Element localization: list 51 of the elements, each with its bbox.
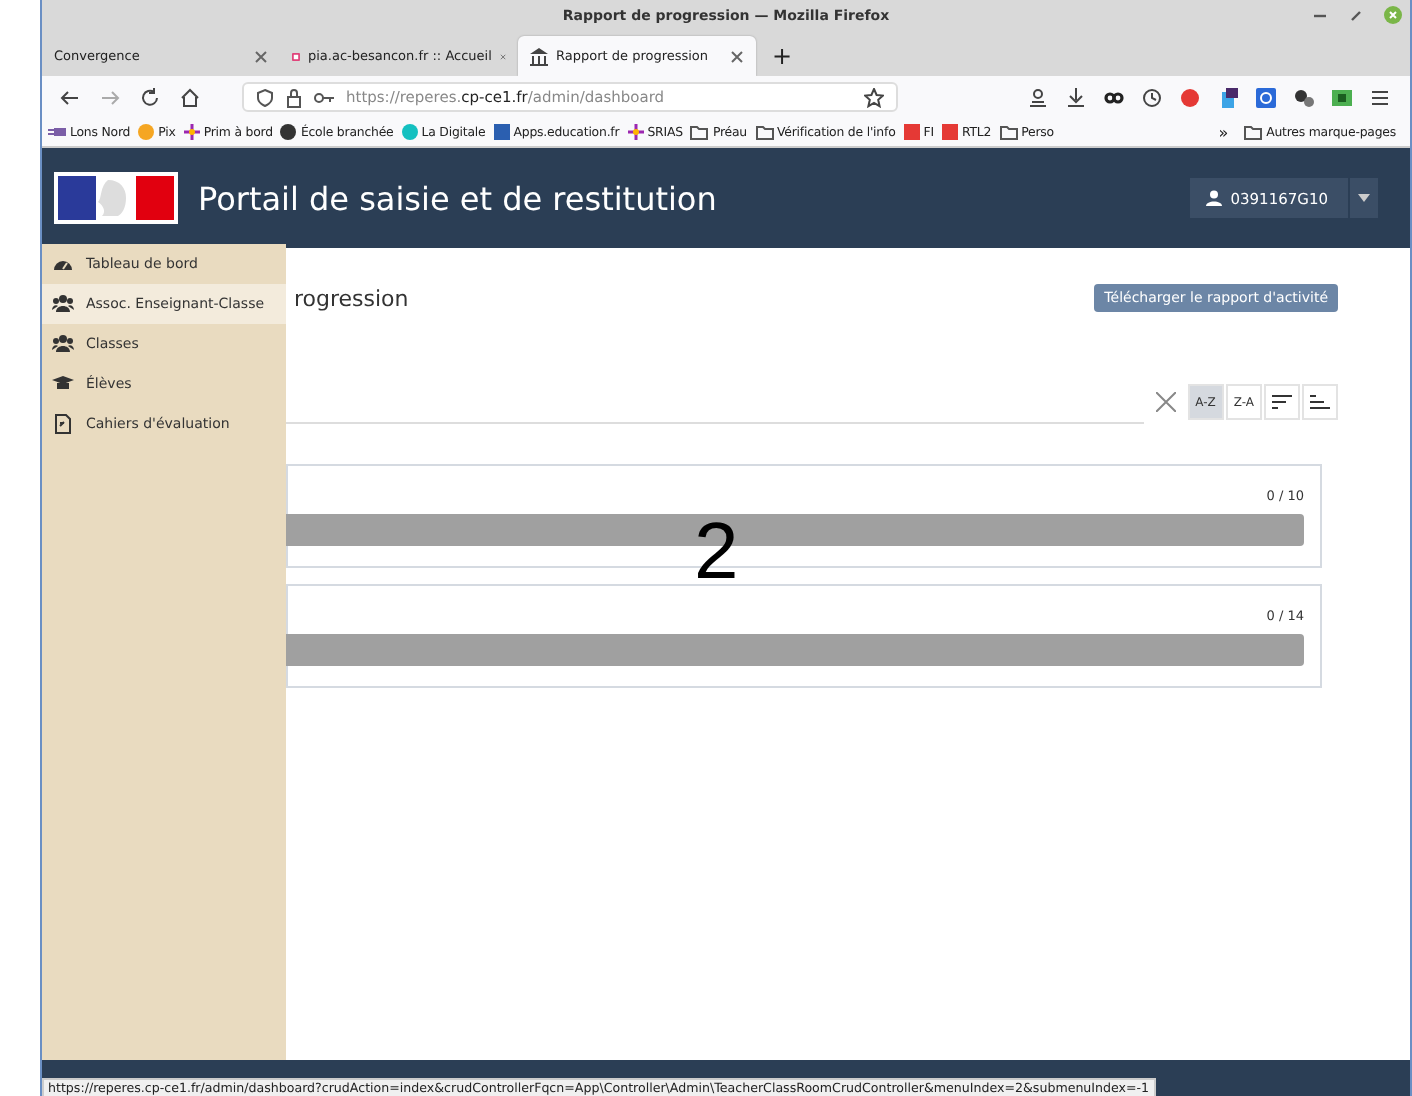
folder-icon bbox=[1244, 124, 1263, 140]
sort-button[interactable] bbox=[1264, 384, 1300, 420]
site-icon bbox=[292, 47, 300, 65]
back-icon[interactable] bbox=[60, 87, 80, 107]
sparkle-icon bbox=[627, 124, 644, 140]
star-icon[interactable] bbox=[864, 87, 884, 107]
overflow-button[interactable]: » bbox=[1218, 123, 1229, 141]
dot-icon bbox=[280, 124, 297, 140]
infinity-icon[interactable] bbox=[1104, 87, 1124, 107]
shield-icon bbox=[256, 87, 274, 107]
new-tab-button[interactable]: + bbox=[756, 36, 809, 76]
puzzle-icon[interactable] bbox=[1218, 87, 1238, 107]
stop-sign-icon[interactable] bbox=[1180, 87, 1200, 107]
download-icon[interactable] bbox=[1066, 87, 1086, 107]
users-icon bbox=[52, 294, 74, 314]
square-icon bbox=[493, 124, 510, 140]
q-square-icon[interactable] bbox=[1256, 87, 1276, 107]
users-icon bbox=[52, 334, 74, 354]
graduation-cap-icon bbox=[52, 374, 74, 394]
dot-icon bbox=[138, 124, 155, 140]
history-icon[interactable] bbox=[1142, 87, 1162, 107]
page-title: rogression bbox=[294, 285, 409, 311]
restore-icon[interactable] bbox=[1348, 7, 1364, 23]
folder-icon bbox=[690, 124, 709, 140]
home-icon[interactable] bbox=[180, 87, 200, 107]
close-icon[interactable] bbox=[254, 49, 268, 63]
folder-icon bbox=[755, 124, 773, 140]
user-icon bbox=[1206, 190, 1223, 206]
square-icon bbox=[903, 124, 920, 140]
close-icon[interactable] bbox=[730, 49, 744, 63]
overlay-number: 2 bbox=[694, 512, 739, 592]
key-icon bbox=[314, 91, 334, 103]
menu-icon[interactable] bbox=[1370, 87, 1390, 107]
caret-icon bbox=[1358, 194, 1370, 202]
dot-icon bbox=[401, 124, 418, 140]
sort-descending-icon bbox=[1272, 394, 1292, 410]
reload-icon[interactable] bbox=[140, 87, 160, 107]
lock-icon bbox=[286, 87, 302, 107]
bank-icon bbox=[530, 47, 548, 65]
extension-icon[interactable] bbox=[1332, 87, 1352, 107]
sparkle-icon bbox=[183, 124, 200, 140]
clear-icon[interactable] bbox=[1155, 392, 1176, 412]
plug-icon bbox=[48, 124, 66, 140]
folder-icon bbox=[999, 124, 1018, 140]
account-icon[interactable] bbox=[1028, 87, 1048, 107]
sort-ascending-icon bbox=[1310, 394, 1330, 410]
flag-logo-icon bbox=[54, 172, 178, 224]
app-title: Portail de saisie et de restitution bbox=[198, 179, 719, 217]
square-icon bbox=[941, 124, 958, 140]
sort-button[interactable] bbox=[1302, 384, 1338, 420]
document-icon bbox=[52, 414, 74, 434]
